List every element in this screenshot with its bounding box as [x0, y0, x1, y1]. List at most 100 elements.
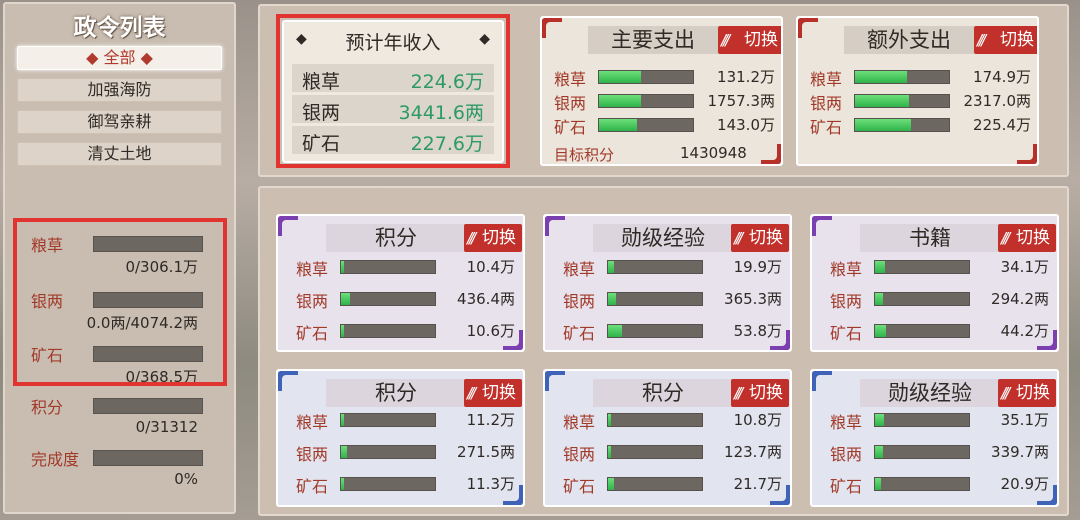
progress-fill	[875, 325, 887, 337]
category-coastal-defense-button[interactable]: 加强海防	[17, 78, 222, 102]
resource-label: 银两	[563, 445, 596, 464]
expense-row: 银两 1757.3两	[542, 90, 781, 113]
category-land-survey-button[interactable]: 清丈土地	[17, 142, 222, 166]
card-title: 积分	[593, 379, 733, 407]
resource-label: 粮草	[563, 413, 596, 432]
resource-value: 53.8万	[733, 322, 782, 340]
reward-row: 粮草 35.1万	[812, 409, 1057, 432]
progress-bar	[607, 324, 703, 338]
reward-row: 粮草 34.1万	[812, 256, 1057, 279]
progress-bar	[874, 324, 970, 338]
category-imperial-farming-button[interactable]: 御驾亲耕	[17, 110, 222, 134]
reward-row: 粮草 10.8万	[545, 409, 790, 432]
resource-label: 矿石	[554, 118, 587, 137]
progress-fill	[875, 446, 883, 458]
switch-button[interactable]: 切换	[718, 26, 781, 54]
reward-row: 粮草 11.2万	[278, 409, 523, 432]
resource-label: 粮草	[830, 260, 863, 279]
progress-bar	[598, 70, 694, 84]
switch-button[interactable]: 切换	[731, 379, 789, 407]
reward-row: 矿石 20.9万	[812, 473, 1057, 496]
resource-value: 20.9万	[1000, 475, 1049, 493]
resource-label: 银两	[554, 94, 587, 113]
resource-label: 银两	[563, 292, 596, 311]
resource-value: 131.2万	[717, 68, 775, 86]
progress-fill	[599, 119, 637, 131]
income-title-text: 预计年收入	[345, 32, 441, 54]
card-title: 勋级经验	[860, 379, 1000, 407]
progress-fill	[341, 478, 344, 490]
progress-bar	[340, 445, 436, 459]
reward-row: 粮草 10.4万	[278, 256, 523, 279]
target-score-label: 目标积分	[554, 146, 615, 164]
switch-button[interactable]: 切换	[998, 224, 1056, 252]
income-label: 粮草	[302, 71, 341, 93]
progress-bar	[607, 292, 703, 306]
resource-value: 174.9万	[973, 68, 1031, 86]
progress-bar	[874, 477, 970, 491]
reward-card: 书籍 切换 粮草 34.1万 银两 294.2两 矿石 44.2万	[810, 214, 1059, 352]
progress-fill	[599, 95, 642, 107]
resource-value: 2317.0两	[963, 92, 1032, 110]
corner-ornament	[1017, 144, 1037, 164]
diamond-icon: ◆	[479, 31, 490, 47]
resource-label: 粮草	[810, 70, 843, 89]
switch-button[interactable]: 切换	[731, 224, 789, 252]
category-all-button[interactable]: ◆ 全部 ◆	[17, 46, 222, 70]
resource-label: 矿石	[810, 118, 843, 137]
card-title: 积分	[326, 224, 466, 252]
progress-fill	[341, 293, 351, 305]
reward-row: 银两 294.2两	[812, 288, 1057, 311]
reward-row: 矿石 11.3万	[278, 473, 523, 496]
switch-button[interactable]: 切换	[464, 379, 522, 407]
income-value: 224.6万	[410, 71, 484, 93]
expense-row: 矿石 143.0万	[542, 114, 781, 137]
income-row: 矿石 227.6万	[292, 126, 494, 155]
progress-bar	[854, 70, 950, 84]
income-label: 矿石	[302, 133, 341, 155]
resource-value: 21.7万	[733, 475, 782, 493]
switch-button[interactable]: 切换	[998, 379, 1056, 407]
switch-button[interactable]: 切换	[974, 26, 1037, 54]
corner-ornament	[278, 216, 298, 236]
income-title: ◆ 预计年收入 ◆	[284, 28, 502, 55]
resource-value: 0/368.5万	[125, 368, 198, 386]
resource-label: 银两	[296, 445, 329, 464]
progress-fill	[599, 71, 642, 83]
resource-label: 矿石	[31, 346, 64, 365]
card-title: 积分	[326, 379, 466, 407]
resource-label: 银两	[810, 94, 843, 113]
progress-bar	[93, 450, 203, 466]
corner-ornament	[812, 216, 832, 236]
reward-row: 银两 339.7两	[812, 441, 1057, 464]
resource-label: 矿石	[563, 477, 596, 496]
left-resource-row: 矿石 0/368.5万	[5, 336, 222, 392]
panel-title: 政令列表	[73, 15, 166, 41]
progress-bar	[607, 260, 703, 274]
corner-ornament	[798, 18, 818, 38]
main-expense-card: 主要支出 切换 粮草 131.2万 银两 1757.3两 矿石 143.0万 目…	[540, 16, 783, 166]
corner-ornament	[542, 18, 562, 38]
resource-value: 123.7两	[724, 443, 782, 461]
progress-bar	[874, 260, 970, 274]
card-title: 勋级经验	[593, 224, 733, 252]
resource-value: 11.2万	[466, 411, 515, 429]
income-row: 银两 3441.6两	[292, 95, 494, 124]
expense-row: 粮草 131.2万	[542, 66, 781, 89]
progress-fill	[608, 261, 614, 273]
progress-fill	[341, 414, 344, 426]
income-value: 3441.6两	[398, 102, 484, 124]
left-resource-row: 粮草 0/306.1万	[5, 226, 222, 282]
progress-fill	[875, 478, 881, 490]
switch-button[interactable]: 切换	[464, 224, 522, 252]
resource-value: 0.0两/4074.2两	[86, 314, 198, 332]
resource-value: 19.9万	[733, 258, 782, 276]
reward-row: 银两 271.5两	[278, 441, 523, 464]
resource-label: 粮草	[830, 413, 863, 432]
target-score-value: 1430948	[680, 144, 747, 162]
progress-bar	[340, 413, 436, 427]
resource-label: 银两	[31, 292, 64, 311]
resource-value: 339.7两	[991, 443, 1049, 461]
reward-card: 勋级经验 切换 粮草 35.1万 银两 339.7两 矿石 20.9万	[810, 369, 1059, 507]
resource-value: 1757.3两	[707, 92, 776, 110]
